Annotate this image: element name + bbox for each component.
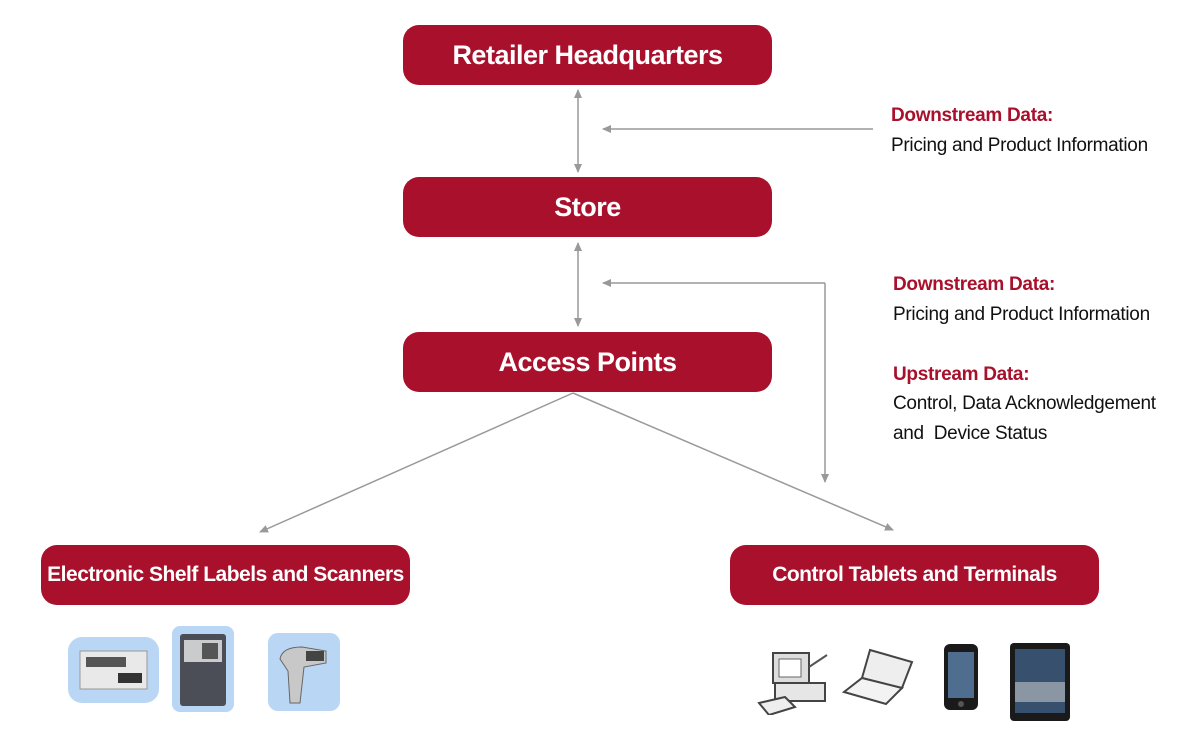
handheld-terminal-icon bbox=[172, 626, 234, 712]
node-esl-scanners: Electronic Shelf Labels and Scanners bbox=[41, 545, 410, 605]
upstream-text-line2: and Device Status bbox=[893, 423, 1048, 444]
tablet-icon bbox=[1010, 643, 1070, 721]
laptop-icon bbox=[842, 648, 914, 706]
node-store: Store bbox=[403, 177, 772, 237]
node-control-tablets: Control Tablets and Terminals bbox=[730, 545, 1099, 605]
hq-store-downstream-title: Downstream Data: bbox=[891, 105, 1054, 126]
store-ap-downstream-text: Pricing and Product Information bbox=[893, 304, 1150, 325]
node-retailer-headquarters: Retailer Headquarters bbox=[403, 25, 772, 85]
shelf-label-icon bbox=[68, 637, 159, 703]
upstream-text-line1: Control, Data Acknowledgement bbox=[893, 393, 1156, 414]
ap-esl-arrow bbox=[259, 392, 574, 533]
desktop-computer-icon bbox=[757, 652, 828, 715]
smartphone-icon bbox=[944, 644, 978, 710]
ap-control-arrow bbox=[572, 392, 894, 531]
node-access-points: Access Points bbox=[403, 332, 772, 392]
store-ap-downstream-title: Downstream Data: bbox=[893, 274, 1056, 295]
hq-store-downstream-text: Pricing and Product Information bbox=[891, 135, 1148, 156]
barcode-scanner-icon bbox=[268, 633, 340, 711]
upstream-title: Upstream Data: bbox=[893, 364, 1030, 385]
